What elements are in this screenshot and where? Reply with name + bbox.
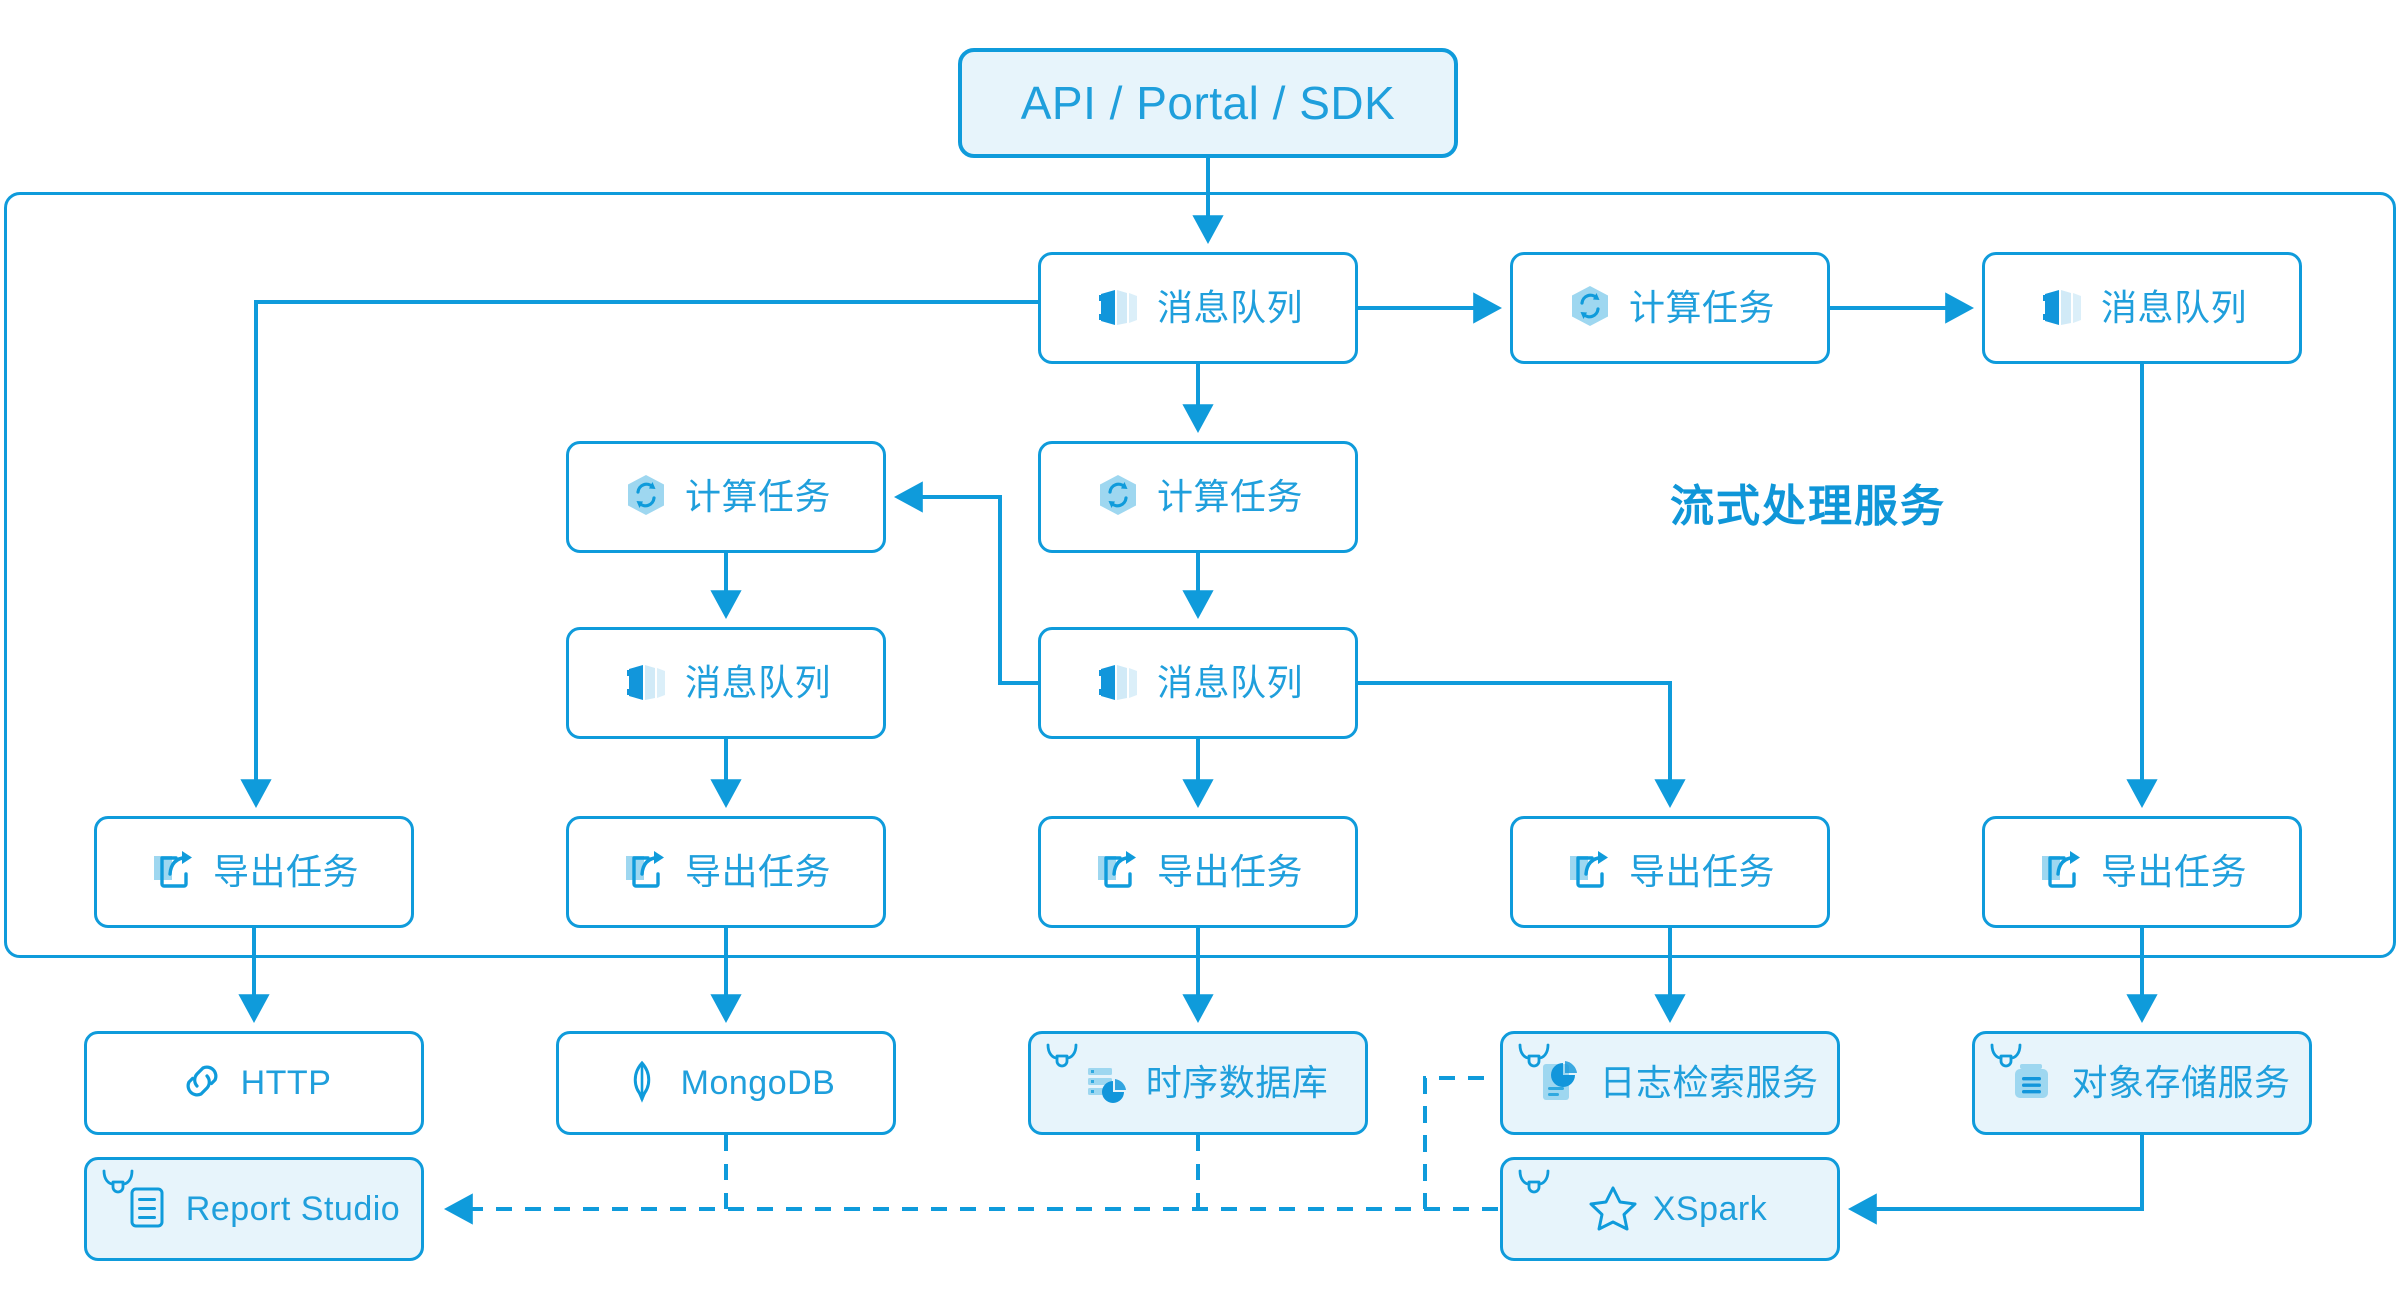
node-label: Report Studio [185, 1190, 401, 1228]
star-icon [1587, 1181, 1639, 1238]
queue-icon [621, 656, 671, 711]
node-compute-task-1[interactable]: 计算任务 [1510, 252, 1830, 364]
node-label: HTTP [240, 1064, 332, 1102]
tsdb-icon [1082, 1056, 1132, 1111]
node-export-task-4[interactable]: 导出任务 [1510, 816, 1830, 928]
node-label: API / Portal / SDK [1020, 77, 1396, 129]
queue-icon [2037, 281, 2087, 336]
edge-oss-to-xspark [1847, 1135, 2144, 1225]
export-icon [149, 845, 199, 900]
node-message-queue-4[interactable]: 消息队列 [1038, 627, 1358, 739]
export-icon [2037, 845, 2087, 900]
compute-icon [1565, 281, 1615, 336]
node-label: XSpark [1652, 1190, 1768, 1228]
compute-icon [1093, 470, 1143, 525]
node-log-search-service[interactable]: 日志检索服务 [1500, 1031, 1840, 1135]
node-label: 导出任务 [1156, 851, 1303, 892]
node-message-queue-1[interactable]: 消息队列 [1038, 252, 1358, 364]
node-compute-task-2[interactable]: 计算任务 [566, 441, 886, 553]
node-label: 日志检索服务 [1599, 1062, 1819, 1103]
bull-logo-icon [1989, 1042, 2023, 1077]
node-export-task-3[interactable]: 导出任务 [1038, 816, 1358, 928]
compute-icon [621, 470, 671, 525]
node-label: 消息队列 [684, 662, 831, 703]
bull-logo-icon [101, 1168, 135, 1203]
node-export-task-2[interactable]: 导出任务 [566, 816, 886, 928]
node-object-storage-service[interactable]: 对象存储服务 [1972, 1031, 2312, 1135]
node-message-queue-3[interactable]: 消息队列 [566, 627, 886, 739]
bull-logo-icon [1517, 1042, 1551, 1077]
node-label: 计算任务 [1156, 476, 1303, 517]
node-label: 对象存储服务 [2071, 1062, 2291, 1103]
export-icon [621, 845, 671, 900]
bull-logo-icon [1045, 1042, 1079, 1077]
node-label: MongoDB [680, 1064, 836, 1102]
bull-logo-icon [1517, 1168, 1551, 1203]
node-mongodb[interactable]: MongoDB [556, 1031, 896, 1135]
node-label: 计算任务 [684, 476, 831, 517]
node-label: 计算任务 [1628, 287, 1775, 328]
node-label: 消息队列 [2100, 287, 2247, 328]
diagram-canvas: 流式处理服务 API / Portal / SDK 消息队列 计算任务 消息队列… [0, 0, 2400, 1300]
node-time-series-database[interactable]: 时序数据库 [1028, 1031, 1368, 1135]
node-xspark[interactable]: XSpark [1500, 1157, 1840, 1261]
leaf-icon [617, 1056, 667, 1111]
node-label: 导出任务 [2100, 851, 2247, 892]
node-api-portal-sdk[interactable]: API / Portal / SDK [958, 48, 1458, 158]
node-export-task-5[interactable]: 导出任务 [1982, 816, 2302, 928]
node-label: 导出任务 [684, 851, 831, 892]
node-label: 导出任务 [212, 851, 359, 892]
node-label: 消息队列 [1156, 662, 1303, 703]
node-label: 时序数据库 [1145, 1062, 1329, 1103]
link-icon [177, 1056, 227, 1111]
node-message-queue-2[interactable]: 消息队列 [1982, 252, 2302, 364]
node-http[interactable]: HTTP [84, 1031, 424, 1135]
queue-icon [1093, 281, 1143, 336]
node-export-task-1[interactable]: 导出任务 [94, 816, 414, 928]
node-label: 导出任务 [1628, 851, 1775, 892]
edge-tsdb-to-logsearch [1423, 1076, 1488, 1209]
queue-icon [1093, 656, 1143, 711]
node-report-studio[interactable]: Report Studio [84, 1157, 424, 1261]
node-compute-task-3[interactable]: 计算任务 [1038, 441, 1358, 553]
export-icon [1565, 845, 1615, 900]
node-label: 消息队列 [1156, 287, 1303, 328]
export-icon [1093, 845, 1143, 900]
streaming-service-title: 流式处理服务 [1670, 482, 1946, 531]
